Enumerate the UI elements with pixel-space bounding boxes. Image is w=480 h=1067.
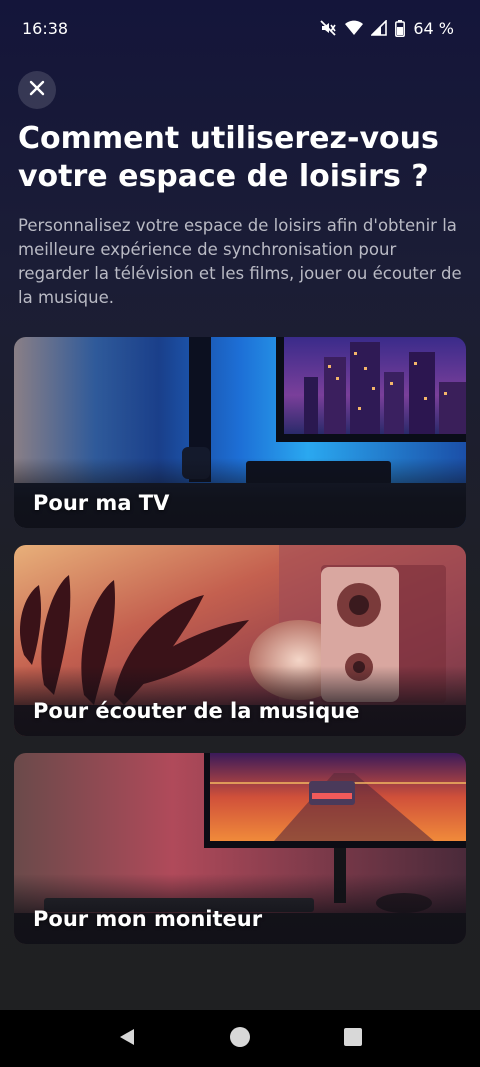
signal-icon [371, 20, 388, 36]
card-tv[interactable]: Pour ma TV [14, 337, 466, 528]
card-music[interactable]: Pour écouter de la musique [14, 545, 466, 736]
card-monitor[interactable]: Pour mon moniteur [14, 753, 466, 944]
card-label-music: Pour écouter de la musique [33, 699, 360, 723]
status-icons: 64 % [319, 19, 454, 38]
home-button[interactable] [220, 1019, 260, 1059]
battery-percent: 64 % [413, 18, 454, 38]
card-label-monitor: Pour mon moniteur [33, 907, 263, 931]
back-button[interactable] [107, 1019, 147, 1059]
recents-icon [344, 1027, 363, 1050]
home-icon [229, 1026, 251, 1052]
status-time: 16:38 [22, 18, 69, 38]
recents-button[interactable] [333, 1019, 373, 1059]
close-icon [29, 80, 45, 100]
page-subtitle: Personnalisez votre espace de loisirs af… [18, 216, 462, 307]
page-title: Comment utiliserez-vous votre espace de … [18, 121, 439, 194]
card-label-tv: Pour ma TV [33, 491, 170, 515]
status-bar: 16:38 64 % [0, 0, 480, 56]
mute-icon [319, 19, 337, 37]
wifi-icon [345, 20, 364, 36]
navigation-bar [0, 1010, 480, 1067]
battery-icon [395, 19, 406, 37]
back-icon [117, 1027, 137, 1051]
close-button[interactable] [18, 71, 56, 109]
